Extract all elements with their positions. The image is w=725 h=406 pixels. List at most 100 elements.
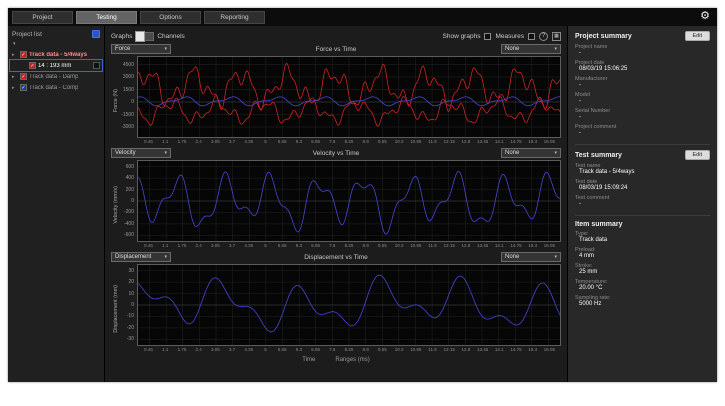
force-chart-title: Force vs Time (171, 46, 501, 53)
displacement-chart-block: Displacement▾ Displacement vs Time None▾… (111, 251, 561, 353)
field-value: 25 mm (575, 269, 710, 276)
app-window: Project Testing Options Reporting ⚙ Proj… (8, 8, 717, 382)
chevron-down-icon: ▾ (554, 254, 557, 260)
tree-item-label: Track data - Damp (29, 74, 78, 80)
summary-field: Manufacturer- (575, 76, 710, 89)
field-value: Track data - 5/4ways (575, 169, 710, 176)
summary-field: Test date08/03/19 15:09:24 (575, 179, 710, 192)
summary-field: Serial Number- (575, 108, 710, 121)
chevron-down-icon: ▾ (164, 254, 167, 260)
force-y-ticks: 4500300015000-1500-3000 (120, 56, 137, 138)
toggle-knob[interactable] (135, 31, 145, 42)
velocity-plot-area[interactable] (137, 160, 561, 242)
field-value: - (575, 82, 710, 89)
displacement-plot-area[interactable] (137, 264, 561, 346)
velocity-compare-select[interactable]: None▾ (501, 148, 561, 158)
tree-item-track-data-damp[interactable]: ▸ ✓ Track data - Damp (10, 71, 102, 82)
summary-field: Project comment- (575, 124, 710, 137)
top-navbar: Project Testing Options Reporting ⚙ (8, 8, 717, 26)
show-graphs-checkbox[interactable] (484, 33, 491, 40)
project-summary-title: Project summary (575, 33, 632, 40)
expander-icon[interactable]: ▸ (12, 52, 18, 58)
field-value: 5000 Hz (575, 301, 710, 308)
tab-testing[interactable]: Testing (76, 11, 137, 24)
trace-checkbox[interactable]: ✓ (20, 73, 27, 80)
settings-gear-icon[interactable]: ⚙ (700, 11, 710, 22)
summary-field: Stroke:25 mm (575, 263, 710, 276)
velocity-channel-select[interactable]: Velocity▾ (111, 148, 171, 158)
layout-icon[interactable]: ▦ (552, 32, 561, 41)
test-summary-section: Test summary Edit Test nameTrack data - … (575, 150, 710, 216)
summary-field: Preload:4 mm (575, 247, 710, 260)
displacement-x-ticks: 0.451.11.752.43.053.74.3555.656.36.957.6… (137, 346, 561, 353)
field-value: - (575, 50, 710, 57)
summary-field: Test comment- (575, 195, 710, 208)
tab-options[interactable]: Options (140, 11, 201, 24)
tree-item-label: Track data - Comp (29, 85, 78, 91)
field-value: 4 mm (575, 253, 710, 260)
row-badge-icon (93, 62, 100, 69)
summary-field: Test nameTrack data - 5/4ways (575, 163, 710, 176)
velocity-chart-block: Velocity▾ Velocity vs Time None▾ Velocit… (111, 147, 561, 249)
chevron-down-icon: ▾ (164, 150, 167, 156)
test-summary-title: Test summary (575, 152, 622, 159)
trace-checkbox[interactable]: ✓ (20, 51, 27, 58)
field-value: - (575, 201, 710, 208)
summary-field: Model- (575, 92, 710, 105)
charts-area: Graphs Channels Show graphs Measures ? ▦… (105, 26, 567, 382)
field-value: - (575, 98, 710, 105)
project-summary-section: Project summary Edit Project name-Projec… (575, 31, 710, 145)
velocity-y-ticks: 6004002000-200-400-600 (120, 160, 137, 242)
help-icon[interactable]: ? (539, 32, 548, 41)
test-edit-button[interactable]: Edit (685, 150, 710, 160)
tree-item-track-data-comp[interactable]: ▸ ✓ Track data - Comp (10, 82, 102, 93)
force-chart-block: Force▾ Force vs Time None▾ Force (N) 450… (111, 43, 561, 145)
item-summary-section: Item summary Type:Track dataPreload:4 mm… (575, 221, 710, 315)
field-value: 08/03/19 15:09:24 (575, 185, 710, 192)
displacement-chart-title: Displacement vs Time (171, 254, 501, 261)
charts-toolbar: Graphs Channels Show graphs Measures ? ▦ (111, 29, 561, 43)
tab-project[interactable]: Project (12, 11, 73, 24)
tree-item-stroke-entry[interactable]: ✓ 14 : 193 mm (10, 60, 102, 71)
summary-field: Project date08/03/19 15:06:25 (575, 60, 710, 73)
trace-checkbox[interactable]: ✓ (29, 62, 36, 69)
force-plot-area[interactable] (137, 56, 561, 138)
graphs-channels-toggle[interactable] (135, 32, 154, 41)
force-channel-select[interactable]: Force▾ (111, 44, 171, 54)
expander-icon[interactable]: ▸ (12, 74, 18, 80)
x-axis-title: Time (302, 357, 315, 363)
tree-item-track-data-54ways[interactable]: ▸ ✓ Track data - 5/4ways (10, 49, 102, 60)
displacement-channel-select[interactable]: Displacement▾ (111, 252, 171, 262)
field-value: 20.00 °C (575, 285, 710, 292)
item-summary-title: Item summary (575, 221, 622, 228)
force-x-ticks: 0.451.11.752.43.053.74.3555.656.36.957.6… (137, 138, 561, 145)
project-edit-button[interactable]: Edit (685, 31, 710, 41)
displacement-compare-select[interactable]: None▾ (501, 252, 561, 262)
tab-reporting[interactable]: Reporting (204, 11, 265, 24)
trace-checkbox[interactable]: ✓ (20, 84, 27, 91)
tree-item-label: 14 : 193 mm (38, 63, 71, 69)
force-y-axis-label: Force (N) (111, 56, 120, 145)
field-value: - (575, 114, 710, 121)
measures-label: Measures (495, 33, 524, 40)
tree-root-caret-icon[interactable]: ▾ (10, 41, 102, 49)
channels-label: Channels (157, 33, 184, 40)
field-value: 08/03/19 15:06:25 (575, 66, 710, 73)
force-compare-select[interactable]: None▾ (501, 44, 561, 54)
chevron-down-icon: ▾ (164, 46, 167, 52)
summary-field: Sampling rate:5000 Hz (575, 295, 710, 308)
chevron-down-icon: ▾ (554, 150, 557, 156)
project-list-title: Project list (12, 31, 42, 38)
summary-field: Temperature:20.00 °C (575, 279, 710, 292)
velocity-chart-title: Velocity vs Time (171, 150, 501, 157)
x-axis-footer: Time Ranges (ms) (111, 355, 561, 365)
x-axis-unit: Ranges (ms) (335, 357, 369, 363)
panel-badge-icon[interactable] (92, 30, 100, 38)
project-list-panel: Project list ▾ ▸ ✓ Track data - 5/4ways … (8, 26, 105, 382)
chevron-down-icon: ▾ (554, 46, 557, 52)
velocity-x-ticks: 0.451.11.752.43.053.74.3555.656.36.957.6… (137, 242, 561, 249)
field-value: Track data (575, 237, 710, 244)
measures-checkbox[interactable] (528, 33, 535, 40)
displacement-y-ticks: 3020100-10-20-30 (120, 264, 137, 346)
expander-icon[interactable]: ▸ (12, 85, 18, 91)
